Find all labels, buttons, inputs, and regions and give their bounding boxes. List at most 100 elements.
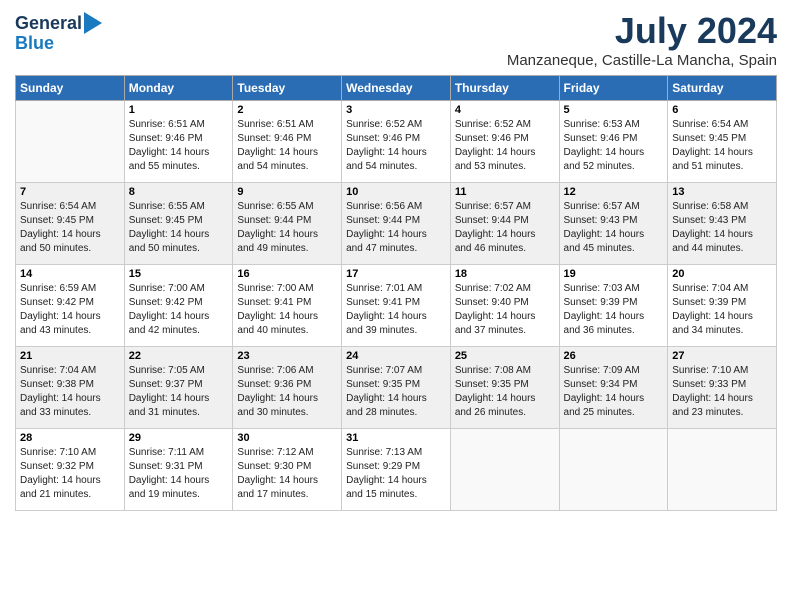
week-row-3: 14Sunrise: 6:59 AMSunset: 9:42 PMDayligh… — [16, 265, 777, 347]
day-info: Sunrise: 7:13 AMSunset: 9:29 PMDaylight:… — [346, 446, 446, 502]
weekday-header-row: Sunday Monday Tuesday Wednesday Thursday… — [16, 76, 777, 101]
day-info: Sunrise: 7:02 AMSunset: 9:40 PMDaylight:… — [455, 282, 555, 338]
day-cell-2-5: 19Sunrise: 7:03 AMSunset: 9:39 PMDayligh… — [559, 265, 668, 347]
day-cell-0-2: 2Sunrise: 6:51 AMSunset: 9:46 PMDaylight… — [233, 101, 342, 183]
day-info: Sunrise: 6:54 AMSunset: 9:45 PMDaylight:… — [672, 118, 772, 174]
day-cell-1-5: 12Sunrise: 6:57 AMSunset: 9:43 PMDayligh… — [559, 183, 668, 265]
day-number: 3 — [346, 104, 446, 116]
week-row-1: 1 Sunrise: 6:51 AMSunset: 9:46 PMDaylight… — [16, 101, 777, 183]
day-cell-0-1: 1 Sunrise: 6:51 AMSunset: 9:46 PMDaylight… — [124, 101, 233, 183]
day-info: Sunrise: 6:52 AMSunset: 9:46 PMDaylight:… — [455, 118, 555, 174]
calendar-page: General Blue July 2024 Manzaneque, Casti… — [0, 0, 792, 612]
day-cell-4-3: 31 Sunrise: 7:13 AMSunset: 9:29 PMDayligh… — [342, 429, 451, 511]
day-info: Sunrise: 6:59 AMSunset: 9:42 PMDaylight:… — [20, 282, 120, 338]
day-info: Sunrise: 6:51 AMSunset: 9:46 PMDaylight:… — [237, 118, 337, 174]
day-number: 27 — [672, 350, 772, 362]
header-thursday: Thursday — [450, 76, 559, 101]
day-number: 21 — [20, 350, 120, 362]
day-number: 8 — [129, 186, 229, 198]
day-info: Sunrise: 7:05 AMSunset: 9:37 PMDaylight:… — [129, 364, 229, 420]
day-cell-3-1: 22 Sunrise: 7:05 AMSunset: 9:37 PMDayligh… — [124, 347, 233, 429]
day-number: 31 — [346, 432, 446, 444]
day-number: 24 — [346, 350, 446, 362]
day-info: Sunrise: 7:09 AMSunset: 9:34 PMDaylight:… — [564, 364, 664, 420]
logo: General Blue — [15, 14, 102, 54]
day-number: 12 — [564, 186, 664, 198]
day-cell-2-0: 14Sunrise: 6:59 AMSunset: 9:42 PMDayligh… — [16, 265, 125, 347]
day-info: Sunrise: 6:55 AMSunset: 9:44 PMDaylight:… — [237, 200, 337, 256]
header-tuesday: Tuesday — [233, 76, 342, 101]
day-number: 5 — [564, 104, 664, 116]
day-number: 18 — [455, 268, 555, 280]
calendar-table: Sunday Monday Tuesday Wednesday Thursday… — [15, 75, 777, 511]
logo-text-blue: Blue — [15, 34, 54, 54]
day-number: 25 — [455, 350, 555, 362]
header: General Blue July 2024 Manzaneque, Casti… — [15, 10, 777, 69]
day-number: 17 — [346, 268, 446, 280]
header-friday: Friday — [559, 76, 668, 101]
day-info: Sunrise: 6:53 AMSunset: 9:46 PMDaylight:… — [564, 118, 664, 174]
day-number: 19 — [564, 268, 664, 280]
day-info: Sunrise: 7:08 AMSunset: 9:35 PMDaylight:… — [455, 364, 555, 420]
day-cell-0-6: 6 Sunrise: 6:54 AMSunset: 9:45 PMDaylight… — [668, 101, 777, 183]
day-cell-3-6: 27 Sunrise: 7:10 AMSunset: 9:33 PMDayligh… — [668, 347, 777, 429]
day-number: 15 — [129, 268, 229, 280]
day-info: Sunrise: 7:01 AMSunset: 9:41 PMDaylight:… — [346, 282, 446, 338]
day-number: 26 — [564, 350, 664, 362]
day-number: 13 — [672, 186, 772, 198]
week-row-5: 28 Sunrise: 7:10 AMSunset: 9:32 PMDayligh… — [16, 429, 777, 511]
day-cell-4-2: 30 Sunrise: 7:12 AMSunset: 9:30 PMDayligh… — [233, 429, 342, 511]
day-cell-0-3: 3 Sunrise: 6:52 AMSunset: 9:46 PMDaylight… — [342, 101, 451, 183]
logo-text-general: General — [15, 14, 82, 34]
day-cell-1-2: 9 Sunrise: 6:55 AMSunset: 9:44 PMDaylight… — [233, 183, 342, 265]
day-number: 30 — [237, 432, 337, 444]
day-number: 1 — [129, 104, 229, 116]
day-cell-2-1: 15 Sunrise: 7:00 AMSunset: 9:42 PMDayligh… — [124, 265, 233, 347]
day-cell-0-5: 5 Sunrise: 6:53 AMSunset: 9:46 PMDaylight… — [559, 101, 668, 183]
day-cell-4-5 — [559, 429, 668, 511]
day-info: Sunrise: 7:10 AMSunset: 9:33 PMDaylight:… — [672, 364, 772, 420]
day-info: Sunrise: 7:00 AMSunset: 9:41 PMDaylight:… — [237, 282, 337, 338]
day-cell-1-6: 13Sunrise: 6:58 AMSunset: 9:43 PMDayligh… — [668, 183, 777, 265]
week-row-4: 21Sunrise: 7:04 AMSunset: 9:38 PMDayligh… — [16, 347, 777, 429]
day-cell-3-2: 23Sunrise: 7:06 AMSunset: 9:36 PMDayligh… — [233, 347, 342, 429]
day-info: Sunrise: 7:10 AMSunset: 9:32 PMDaylight:… — [20, 446, 120, 502]
logo-icon — [84, 12, 102, 34]
day-info: Sunrise: 7:00 AMSunset: 9:42 PMDaylight:… — [129, 282, 229, 338]
header-saturday: Saturday — [668, 76, 777, 101]
main-title: July 2024 — [507, 10, 777, 52]
day-cell-3-3: 24 Sunrise: 7:07 AMSunset: 9:35 PMDayligh… — [342, 347, 451, 429]
day-cell-0-4: 4Sunrise: 6:52 AMSunset: 9:46 PMDaylight… — [450, 101, 559, 183]
day-cell-3-4: 25 Sunrise: 7:08 AMSunset: 9:35 PMDayligh… — [450, 347, 559, 429]
day-info: Sunrise: 6:52 AMSunset: 9:46 PMDaylight:… — [346, 118, 446, 174]
title-block: July 2024 Manzaneque, Castille-La Mancha… — [507, 10, 777, 69]
day-info: Sunrise: 6:56 AMSunset: 9:44 PMDaylight:… — [346, 200, 446, 256]
day-number: 9 — [237, 186, 337, 198]
day-info: Sunrise: 6:57 AMSunset: 9:44 PMDaylight:… — [455, 200, 555, 256]
day-cell-1-1: 8 Sunrise: 6:55 AMSunset: 9:45 PMDaylight… — [124, 183, 233, 265]
day-number: 7 — [20, 186, 120, 198]
header-wednesday: Wednesday — [342, 76, 451, 101]
week-row-2: 7Sunrise: 6:54 AMSunset: 9:45 PMDaylight… — [16, 183, 777, 265]
day-cell-1-0: 7Sunrise: 6:54 AMSunset: 9:45 PMDaylight… — [16, 183, 125, 265]
header-monday: Monday — [124, 76, 233, 101]
day-number: 28 — [20, 432, 120, 444]
day-info: Sunrise: 7:11 AMSunset: 9:31 PMDaylight:… — [129, 446, 229, 502]
day-number: 6 — [672, 104, 772, 116]
day-number: 29 — [129, 432, 229, 444]
day-cell-1-3: 10 Sunrise: 6:56 AMSunset: 9:44 PMDayligh… — [342, 183, 451, 265]
day-cell-2-2: 16Sunrise: 7:00 AMSunset: 9:41 PMDayligh… — [233, 265, 342, 347]
day-cell-3-5: 26 Sunrise: 7:09 AMSunset: 9:34 PMDayligh… — [559, 347, 668, 429]
day-number: 10 — [346, 186, 446, 198]
day-info: Sunrise: 7:12 AMSunset: 9:30 PMDaylight:… — [237, 446, 337, 502]
day-info: Sunrise: 6:51 AMSunset: 9:46 PMDaylight:… — [129, 118, 229, 174]
day-cell-4-0: 28 Sunrise: 7:10 AMSunset: 9:32 PMDayligh… — [16, 429, 125, 511]
day-number: 23 — [237, 350, 337, 362]
day-number: 22 — [129, 350, 229, 362]
day-info: Sunrise: 7:07 AMSunset: 9:35 PMDaylight:… — [346, 364, 446, 420]
day-cell-0-0 — [16, 101, 125, 183]
day-cell-2-6: 20Sunrise: 7:04 AMSunset: 9:39 PMDayligh… — [668, 265, 777, 347]
day-number: 11 — [455, 186, 555, 198]
day-cell-4-4 — [450, 429, 559, 511]
day-info: Sunrise: 6:55 AMSunset: 9:45 PMDaylight:… — [129, 200, 229, 256]
